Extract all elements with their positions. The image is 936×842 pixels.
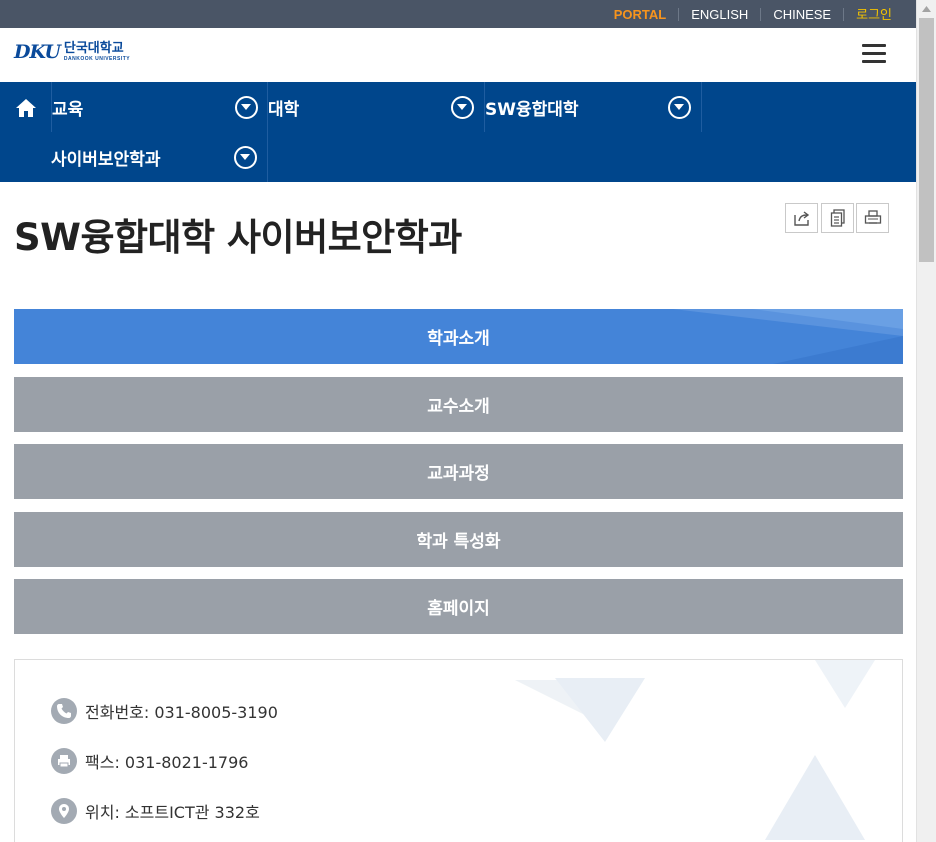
phone-row: 전화번호: 031-8005-3190: [51, 698, 278, 724]
page: PORTAL ENGLISH CHINESE 로그인 DKU 단국대학교 DAN…: [0, 0, 936, 842]
location-row: 위치: 소프트ICT관 332호: [51, 798, 260, 824]
background-decoration: [515, 660, 875, 840]
breadcrumb-nav: 교육 대학 SW융합대학 사이버보안학과: [0, 82, 916, 182]
dropdown-arrow-icon[interactable]: [668, 96, 691, 119]
phone-number: 전화번호: 031-8005-3190: [85, 703, 278, 722]
logo-name-ko: 단국대학교: [63, 41, 124, 56]
scrollbar-thumb[interactable]: [919, 18, 934, 262]
chinese-link[interactable]: CHINESE: [760, 7, 843, 21]
home-icon[interactable]: [14, 96, 38, 120]
nav-item-label: 교육: [52, 99, 84, 120]
dropdown-arrow-icon[interactable]: [451, 96, 474, 119]
menu-label: 교수소개: [427, 397, 490, 417]
nav-item-sw-college[interactable]: SW융합대학: [485, 82, 702, 132]
portal-link[interactable]: PORTAL: [602, 8, 678, 21]
fax-icon: [51, 748, 77, 774]
location-text: 위치: 소프트ICT관 332호: [85, 803, 260, 822]
menu-professors[interactable]: 교수소개: [14, 377, 903, 432]
university-logo[interactable]: DKU 단국대학교 DANKOOK UNIVERSITY: [14, 41, 130, 63]
menu-label: 교과과정: [427, 464, 490, 484]
menu-specialization[interactable]: 학과 특성화: [14, 512, 903, 567]
menu-homepage[interactable]: 홈페이지: [14, 579, 903, 634]
fax-number: 팩스: 031-8021-1796: [85, 753, 249, 772]
english-link[interactable]: ENGLISH: [678, 7, 760, 21]
location-icon: [51, 798, 77, 824]
dropdown-arrow-icon[interactable]: [235, 96, 258, 119]
logo-mark: DKU: [14, 41, 61, 63]
contact-info-box: 전화번호: 031-8005-3190 팩스: 031-8021-1796 위치…: [14, 659, 903, 842]
nav-item-cyber-security[interactable]: 사이버보안학과: [51, 132, 268, 182]
copy-button[interactable]: [821, 203, 854, 233]
utility-bar: PORTAL ENGLISH CHINESE 로그인: [0, 0, 916, 28]
share-button[interactable]: [785, 203, 818, 233]
logo-name-en: DANKOOK UNIVERSITY: [63, 56, 131, 62]
menu-department-intro[interactable]: 학과소개: [14, 309, 903, 364]
print-button[interactable]: [856, 203, 889, 233]
nav-item-college[interactable]: 대학: [268, 82, 485, 132]
fax-row: 팩스: 031-8021-1796: [51, 748, 248, 774]
nav-item-label: 대학: [268, 99, 300, 120]
scroll-up-arrow-icon[interactable]: [917, 0, 936, 17]
print-icon: [864, 210, 881, 224]
nav-item-label: 사이버보안학과: [51, 149, 161, 170]
menu-label: 홈페이지: [427, 599, 490, 619]
login-link[interactable]: 로그인: [843, 7, 904, 21]
menu-label: 학과소개: [427, 329, 490, 349]
nav-item-education[interactable]: 교육: [51, 82, 268, 132]
menu-label: 학과 특성화: [416, 532, 501, 552]
dropdown-arrow-icon[interactable]: [234, 146, 257, 169]
copy-icon: [830, 209, 845, 227]
menu-curriculum[interactable]: 교과과정: [14, 444, 903, 499]
page-title: SW융합대학 사이버보안학과: [14, 216, 462, 259]
hamburger-menu-icon[interactable]: [862, 44, 886, 64]
decorative-stripe: [673, 309, 903, 364]
nav-item-label: SW융합대학: [485, 99, 579, 120]
phone-icon: [51, 698, 77, 724]
share-icon: [793, 211, 809, 226]
vertical-scrollbar[interactable]: [916, 0, 936, 842]
site-header: DKU 단국대학교 DANKOOK UNIVERSITY: [0, 28, 916, 82]
